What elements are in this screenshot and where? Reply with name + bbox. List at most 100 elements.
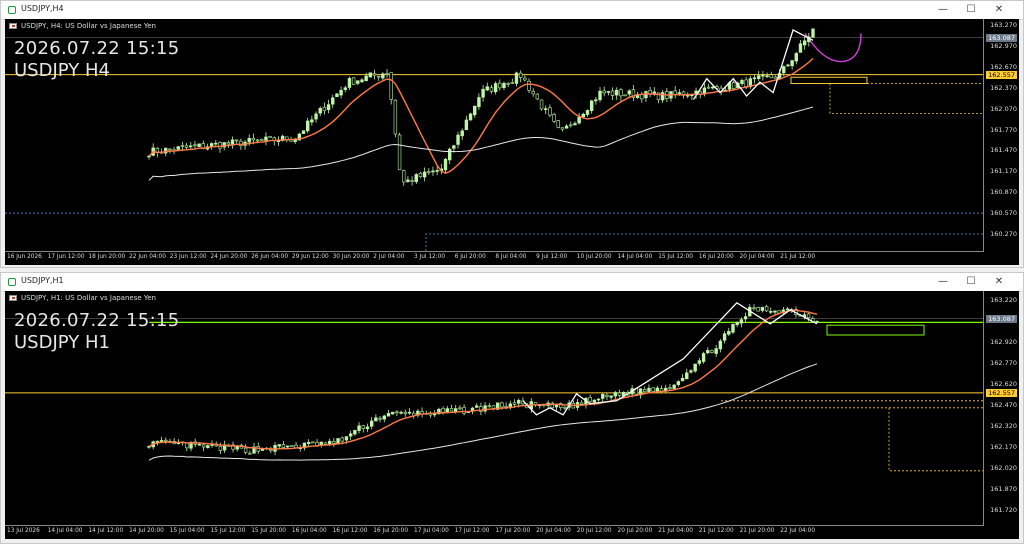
- candle-body: [393, 99, 398, 135]
- titlebar-h4[interactable]: USDJPY,H4 — ☐ ✕: [1, 1, 1023, 20]
- time-axis-h4[interactable]: 16 Jun 2026 17 Jun 12:00 18 Jun 20:00 22 Ju…: [5, 251, 984, 266]
- candle-body: [773, 76, 778, 79]
- candle-body: [335, 93, 339, 97]
- candle-body: [285, 445, 290, 448]
- time-tick-label: 20 Jul 12:00: [576, 528, 612, 534]
- candle-body: [552, 114, 556, 122]
- candle-body: [382, 415, 386, 420]
- candle-body: [452, 145, 456, 149]
- candle-body: [588, 397, 592, 402]
- price-tick-label: 162.470: [990, 401, 1017, 409]
- candle-body: [693, 363, 697, 372]
- candle-body: [381, 73, 385, 79]
- candle-body: [447, 148, 452, 161]
- candle-body: [660, 92, 665, 101]
- candle-body: [248, 452, 252, 455]
- time-tick-label: 21 Jul 12:00: [780, 254, 816, 260]
- price-tick-label: 162.920: [990, 338, 1017, 346]
- candle-body: [752, 77, 757, 80]
- candle-body: [752, 307, 756, 310]
- candle-body: [310, 119, 314, 123]
- candle-body: [230, 139, 235, 146]
- time-tick-label: 16 Jul 20:00: [373, 528, 409, 534]
- candle-body: [357, 425, 361, 431]
- candle-body: [374, 417, 378, 422]
- candle-body: [456, 134, 460, 145]
- time-tick-label: 21 Jul 04:00: [658, 528, 693, 534]
- close-button[interactable]: ✕: [985, 2, 1013, 18]
- time-tick-label: 24 Jun 20:00: [210, 254, 248, 260]
- candle-body: [643, 389, 647, 392]
- time-tick-label: 15 Jul 12:00: [210, 528, 246, 534]
- candle-body: [785, 308, 790, 311]
- chart-area-h4[interactable]: USDJPY, H4: US Dollar vs Japanese Yen 20…: [5, 19, 1019, 265]
- candle-body: [164, 439, 168, 442]
- candle-body: [510, 82, 515, 84]
- candle-body: [474, 405, 479, 408]
- price-tick-label: 161.170: [990, 167, 1017, 176]
- candle-body: [168, 148, 172, 151]
- candle-body: [706, 350, 710, 354]
- price-tick-label: 162.170: [990, 443, 1017, 451]
- time-tick-label: 29 Jun 12:00: [291, 254, 329, 260]
- price-tick-label: 163.270: [990, 21, 1017, 29]
- candle-body: [617, 392, 622, 396]
- candle-body: [340, 437, 344, 442]
- overlay-symbol: USDJPY H4: [14, 60, 110, 81]
- candle-body: [369, 420, 374, 427]
- candle-body: [360, 79, 364, 83]
- candle-body: [786, 64, 790, 67]
- time-tick-label: 20 Jul 04:00: [739, 254, 775, 260]
- candle-body: [347, 78, 352, 88]
- price-axis-h4[interactable]: 163.270 162.970 162.670 162.370 162.070 161.7…: [983, 19, 1019, 251]
- candle-body: [348, 433, 353, 437]
- time-tick-label: 10 Jul 20:00: [576, 254, 612, 260]
- maximize-button[interactable]: ☐: [957, 2, 985, 18]
- candle-body: [506, 83, 510, 85]
- candle-body: [255, 139, 260, 142]
- overlay-datetime: 2026.07.22 15:15: [14, 310, 180, 331]
- candle-body: [418, 172, 423, 178]
- time-tick-label: 9 Jul 12:00: [536, 254, 568, 260]
- candle-body: [489, 87, 494, 92]
- titlebar-h1[interactable]: USDJPY,H1 — ☐ ✕: [1, 273, 1023, 292]
- candle-body: [443, 158, 448, 171]
- time-tick-label: 16 Jul 12:00: [332, 528, 368, 534]
- candle-body: [701, 353, 706, 362]
- price-tick-label: 162.970: [990, 41, 1017, 50]
- price-axis-h1[interactable]: 163.220163.070162.920162.770162.620162.4…: [983, 291, 1019, 525]
- candle-body: [655, 387, 660, 392]
- flag-icon: [9, 23, 17, 29]
- candle-body: [556, 120, 560, 128]
- candle-body: [685, 372, 689, 380]
- minimize-button[interactable]: —: [929, 274, 957, 290]
- candle-body: [594, 99, 598, 102]
- maximize-button[interactable]: ☐: [957, 274, 985, 290]
- chart-area-h1[interactable]: USDJPY, H1: US Dollar vs Japanese Yen 20…: [5, 291, 1019, 539]
- candle-body: [740, 80, 744, 84]
- close-button[interactable]: ✕: [985, 274, 1013, 290]
- chart-icon: [8, 6, 16, 14]
- candle-body: [773, 310, 777, 313]
- time-tick-label: 14 Jul 04:00: [617, 254, 653, 260]
- candle-body: [485, 86, 489, 91]
- candle-body: [548, 107, 552, 116]
- candle-body: [794, 53, 798, 62]
- candle-body: [623, 94, 627, 97]
- candle-body: [356, 80, 360, 84]
- candle-body: [518, 72, 523, 78]
- candle-body: [435, 170, 439, 172]
- candle-body: [402, 170, 406, 183]
- candle-body: [531, 91, 535, 95]
- candle-body: [365, 426, 370, 430]
- candle-body: [757, 75, 761, 79]
- candle-body: [714, 348, 718, 354]
- minimize-button[interactable]: —: [929, 2, 957, 18]
- candle-body: [218, 446, 223, 451]
- time-tick-label: 6 Jul 20:00: [454, 254, 486, 260]
- candle-body: [580, 402, 584, 405]
- candle-body: [344, 436, 349, 441]
- candle-body: [573, 123, 577, 126]
- candle-body: [180, 145, 185, 147]
- time-axis-h1[interactable]: 13 Jul 2026 14 Jul 04:00 14 Jul 12:00 14 Ju…: [5, 525, 984, 540]
